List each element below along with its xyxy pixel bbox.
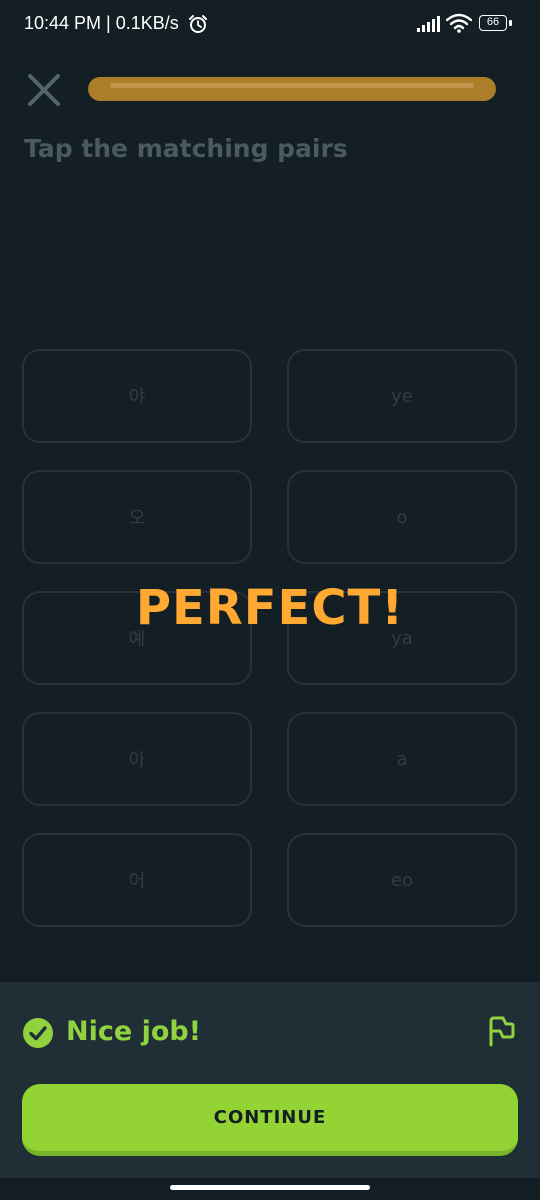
progress-shine xyxy=(110,83,474,88)
tile-label: 야 xyxy=(128,387,146,408)
tile-label: 오 xyxy=(128,508,146,529)
wifi-icon xyxy=(446,13,472,33)
feedback-message: Nice job! xyxy=(66,1016,202,1047)
tile-left-2[interactable]: 오 xyxy=(22,470,252,564)
perfect-banner: PERFECT! xyxy=(135,580,405,636)
continue-label: CONTINUE xyxy=(213,1107,327,1128)
tile-label: 어 xyxy=(128,871,146,892)
battery-icon: 66 xyxy=(479,15,513,33)
report-flag-icon[interactable] xyxy=(486,1014,518,1048)
tile-right-1[interactable]: ye xyxy=(287,349,517,443)
close-button[interactable] xyxy=(24,70,64,110)
tile-label: 아 xyxy=(128,750,146,771)
tile-label: o xyxy=(396,506,408,528)
tile-right-2[interactable]: o xyxy=(287,470,517,564)
continue-button[interactable]: CONTINUE xyxy=(22,1084,518,1156)
lesson-progress-bar xyxy=(88,77,496,101)
tile-left-1[interactable]: 야 xyxy=(22,349,252,443)
status-time: 10:44 PM | 0.1KB/s xyxy=(24,13,179,33)
signal-icon xyxy=(417,16,440,32)
tile-left-4[interactable]: 아 xyxy=(22,712,252,806)
home-indicator[interactable] xyxy=(170,1185,370,1190)
tile-label: eo xyxy=(390,869,414,891)
battery-level: 66 xyxy=(479,15,507,31)
progress-fill xyxy=(88,77,496,101)
tile-label: a xyxy=(396,748,408,770)
alarm-icon xyxy=(189,15,207,33)
status-bar: 10:44 PM | 0.1KB/s 66 xyxy=(0,0,540,50)
check-circle-icon xyxy=(23,1018,53,1048)
instruction-title: Tap the matching pairs xyxy=(24,134,348,163)
tile-left-5[interactable]: 어 xyxy=(22,833,252,927)
tile-label: ye xyxy=(391,385,413,407)
tile-right-5[interactable]: eo xyxy=(287,833,517,927)
tile-right-4[interactable]: a xyxy=(287,712,517,806)
